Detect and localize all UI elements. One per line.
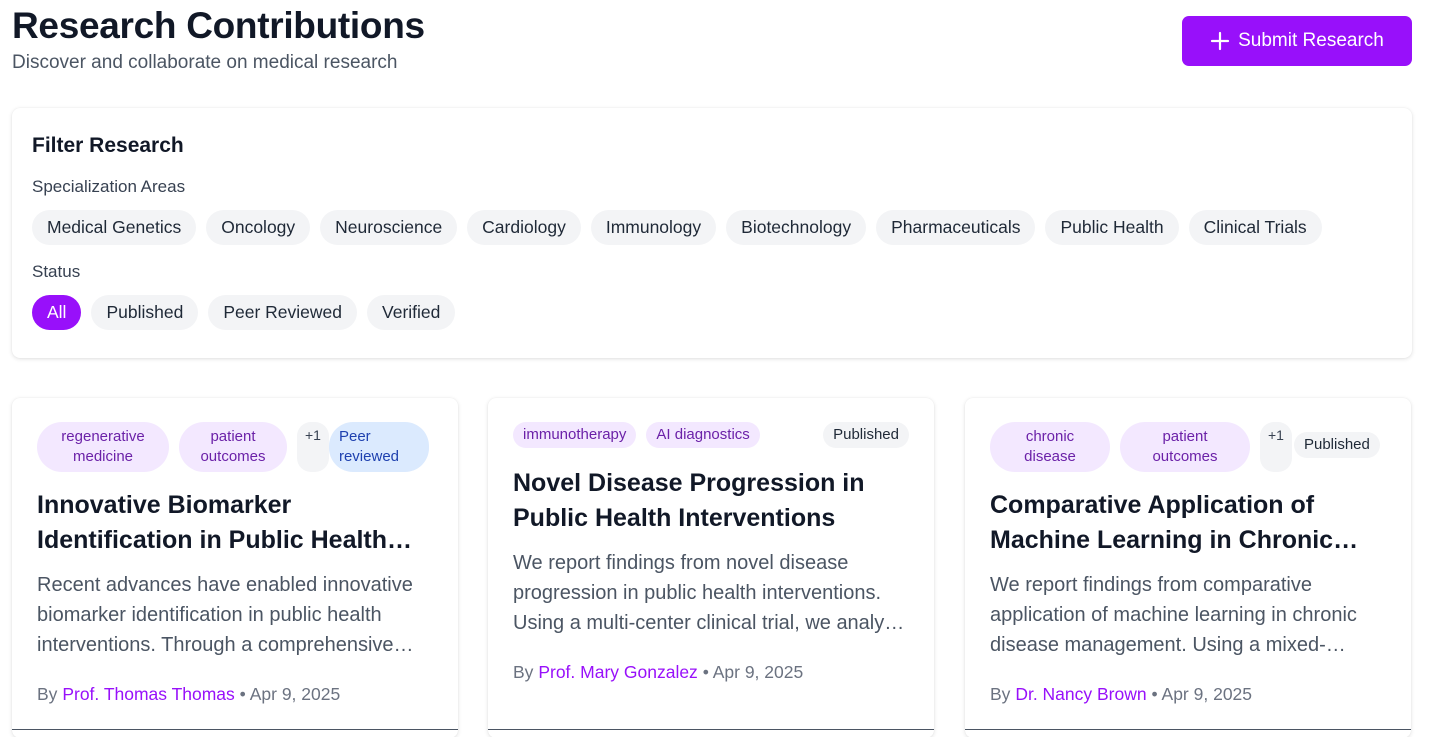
status-chip-all[interactable]: All xyxy=(32,295,82,330)
specialization-label: Specialization Areas xyxy=(32,177,186,196)
tag-row: chronic disease patient outcomes +1 Publ… xyxy=(990,422,1386,472)
author-link[interactable]: Prof. Mary Gonzalez xyxy=(538,662,698,682)
status-label: Status xyxy=(32,262,81,281)
page-header: Research Contributions Discover and coll… xyxy=(12,4,1412,84)
chip-biotechnology[interactable]: Biotechnology xyxy=(726,210,867,245)
meta-separator: • xyxy=(702,662,709,682)
publish-date: Apr 9, 2025 xyxy=(712,662,804,682)
filter-title: Filter Research xyxy=(32,134,184,157)
submit-research-label: Submit Research xyxy=(1238,30,1384,51)
by-label: By xyxy=(37,684,58,704)
status-chip-published[interactable]: Published xyxy=(91,295,199,330)
card-description: We report findings from comparative appl… xyxy=(990,574,1357,656)
status-chip-verified[interactable]: Verified xyxy=(367,295,456,330)
status-badge: Published xyxy=(1293,432,1380,458)
chip-neuroscience[interactable]: Neuroscience xyxy=(320,210,458,245)
tag-row: immunotherapy AI diagnostics Published xyxy=(513,422,909,452)
tag-row: regenerative medicine patient outcomes +… xyxy=(37,422,433,472)
chip-pharmaceuticals[interactable]: Pharmaceuticals xyxy=(876,210,1036,245)
card-meta: By Prof. Mary Gonzalez • Apr 9, 2025 xyxy=(513,660,909,684)
status-chips: All Published Peer Reviewed Verified xyxy=(32,295,1392,330)
card-description: We report findings from novel disease pr… xyxy=(513,552,906,634)
submit-research-button[interactable]: Submit Research xyxy=(1182,16,1412,66)
topic-tag: patient outcomes xyxy=(1120,422,1250,472)
more-tags-badge: +1 xyxy=(1260,422,1292,472)
meta-separator: • xyxy=(239,684,246,704)
by-label: By xyxy=(513,662,534,682)
research-card[interactable]: immunotherapy AI diagnostics Published N… xyxy=(488,398,934,737)
topic-tag: chronic disease xyxy=(990,422,1110,472)
more-tags-badge: +1 xyxy=(297,422,329,472)
status-chip-peer-reviewed[interactable]: Peer Reviewed xyxy=(208,295,357,330)
research-card[interactable]: regenerative medicine patient outcomes +… xyxy=(12,398,458,737)
chip-cardiology[interactable]: Cardiology xyxy=(467,210,581,245)
card-description: Recent advances have enabled innovative … xyxy=(37,574,413,656)
specialization-chips: Medical Genetics Oncology Neuroscience C… xyxy=(32,210,1392,245)
topic-tag: AI diagnostics xyxy=(646,422,760,448)
research-card[interactable]: chronic disease patient outcomes +1 Publ… xyxy=(965,398,1411,737)
card-meta: By Prof. Thomas Thomas • Apr 9, 2025 xyxy=(37,682,433,706)
chip-immunology[interactable]: Immunology xyxy=(590,210,717,245)
author-link[interactable]: Dr. Nancy Brown xyxy=(1015,684,1146,704)
topic-tag: immunotherapy xyxy=(513,422,637,448)
meta-separator: • xyxy=(1151,684,1158,704)
chip-clinical-trials[interactable]: Clinical Trials xyxy=(1188,210,1322,245)
by-label: By xyxy=(990,684,1011,704)
chip-oncology[interactable]: Oncology xyxy=(206,210,311,245)
card-title[interactable]: Comparative Application of Machine Learn… xyxy=(990,488,1386,558)
research-card-grid: regenerative medicine patient outcomes +… xyxy=(12,398,1412,737)
filter-panel: Filter Research Specialization Areas Med… xyxy=(12,108,1412,358)
topic-tag: patient outcomes xyxy=(179,422,287,472)
status-badge: Peer reviewed xyxy=(328,422,429,472)
publish-date: Apr 9, 2025 xyxy=(1161,684,1253,704)
plus-icon xyxy=(1211,31,1230,51)
card-title[interactable]: Novel Disease Progression in Public Heal… xyxy=(513,466,909,536)
card-meta: By Dr. Nancy Brown • Apr 9, 2025 xyxy=(990,682,1386,706)
status-badge: Published xyxy=(823,422,909,448)
publish-date: Apr 9, 2025 xyxy=(249,684,341,704)
topic-tag: regenerative medicine xyxy=(37,422,169,472)
chip-medical-genetics[interactable]: Medical Genetics xyxy=(32,210,197,245)
chip-public-health[interactable]: Public Health xyxy=(1045,210,1179,245)
author-link[interactable]: Prof. Thomas Thomas xyxy=(62,684,234,704)
card-title[interactable]: Innovative Biomarker Identification in P… xyxy=(37,488,433,558)
